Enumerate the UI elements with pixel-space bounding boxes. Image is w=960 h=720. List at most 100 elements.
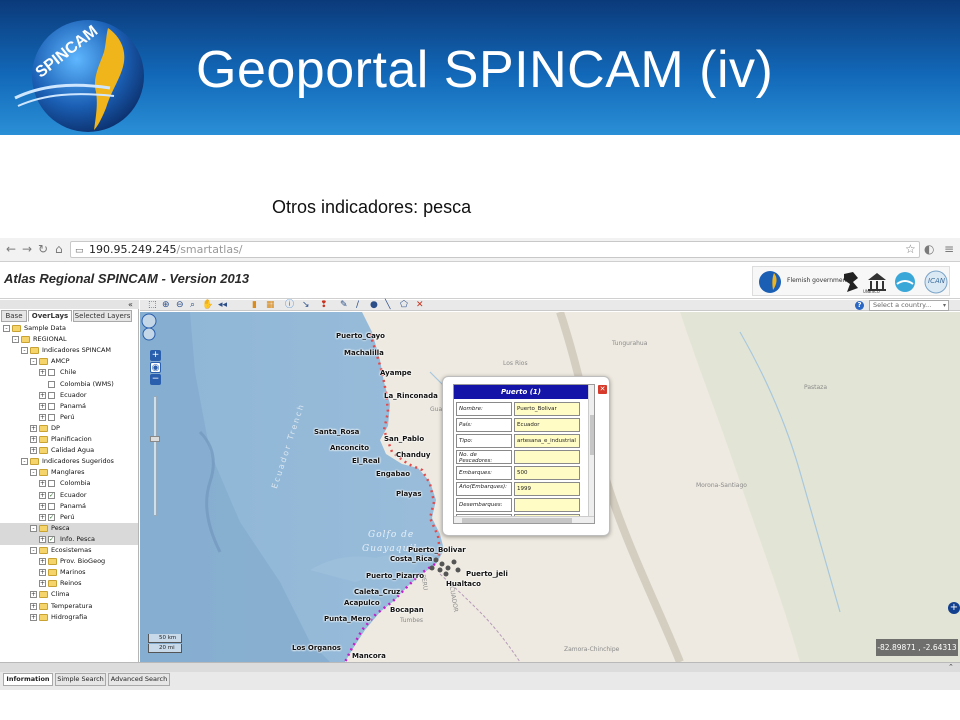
place-label[interactable]: Puerto_Pizarro	[366, 572, 424, 580]
layer-checkbox[interactable]	[48, 380, 55, 388]
tree-node[interactable]: + Panamá	[0, 501, 138, 512]
layer-checkbox[interactable]: ✓	[48, 513, 55, 521]
expand-node-icon[interactable]: +	[39, 480, 46, 488]
layer-checkbox[interactable]	[48, 480, 55, 488]
layer-checkbox[interactable]: ✓	[48, 535, 55, 543]
tree-node[interactable]: + ✓ Perú	[0, 512, 138, 523]
zoom-in-icon[interactable]: ⊕	[162, 300, 170, 311]
layer-checkbox[interactable]	[48, 502, 55, 510]
tab-advanced-search[interactable]: Advanced Search	[108, 673, 170, 686]
pan-control[interactable]	[140, 312, 158, 342]
draw-point-icon[interactable]: ●	[370, 300, 378, 311]
tab-information[interactable]: Information	[3, 673, 53, 686]
tree-node[interactable]: + Planificacion	[0, 434, 138, 445]
place-label[interactable]: Puerto_jeli	[466, 570, 508, 578]
address-bar[interactable]: ▭ 190.95.249.245/smartatlas/	[70, 241, 920, 258]
tree-node[interactable]: + Prov. BioGeog	[0, 556, 138, 567]
expand-node-icon[interactable]: +	[39, 369, 46, 377]
place-label[interactable]: Chanduy	[396, 451, 430, 459]
layer-checkbox[interactable]	[48, 369, 55, 377]
select-box-icon[interactable]: ⬚	[148, 300, 157, 311]
collapse-node-icon[interactable]: -	[12, 336, 19, 344]
tree-node[interactable]: - Pesca	[0, 522, 138, 534]
collapse-node-icon[interactable]: -	[30, 524, 37, 532]
expand-node-icon[interactable]: +	[30, 613, 37, 621]
draw-line-icon[interactable]: ∕	[356, 300, 359, 311]
place-label[interactable]: Mancora	[352, 652, 386, 660]
reload-icon[interactable]: ↻	[38, 242, 48, 256]
place-label[interactable]: Playas	[396, 490, 422, 498]
collapse-node-icon[interactable]: -	[30, 358, 37, 366]
expand-node-icon[interactable]: +	[39, 513, 46, 521]
expand-node-icon[interactable]: +	[39, 502, 46, 510]
layer-checkbox[interactable]: ✓	[48, 491, 55, 499]
draw-polygon-icon[interactable]: ⬠	[400, 300, 408, 311]
place-label[interactable]: Costa_Rica	[390, 555, 432, 563]
place-label[interactable]: La_Rinconada	[384, 392, 438, 400]
history-back-icon[interactable]: ◂◂	[218, 300, 227, 311]
place-label[interactable]: Los Organos	[292, 644, 341, 652]
info-tool-icon[interactable]: ⓘ	[285, 300, 294, 311]
tree-node[interactable]: + Panamá	[0, 401, 138, 412]
place-label[interactable]: Punta_Mero	[324, 615, 371, 623]
place-label[interactable]: Acapulco	[344, 599, 380, 607]
tree-node[interactable]: + Clima	[0, 589, 138, 600]
tree-node[interactable]: + Temperatura	[0, 601, 138, 612]
tab-selected-layers[interactable]: Selected Layers	[73, 310, 132, 322]
extension-icon[interactable]: ◐	[924, 242, 934, 256]
place-label[interactable]: El_Real	[352, 457, 380, 465]
expand-node-icon[interactable]: +	[39, 535, 46, 543]
zoom-out-button[interactable]: −	[150, 374, 161, 385]
bookmark-icon[interactable]: ▮	[252, 300, 257, 311]
place-label[interactable]: Hualtaco	[446, 580, 481, 588]
tab-base[interactable]: Base	[1, 310, 27, 322]
zoom-world-button[interactable]: ◉	[150, 362, 161, 373]
place-label[interactable]: Anconcito	[330, 444, 369, 452]
zoom-out-icon[interactable]: ⊖	[176, 300, 184, 311]
tree-node[interactable]: + ✓ Ecuador	[0, 490, 138, 501]
tab-overlays[interactable]: OverLays	[28, 310, 72, 322]
collapse-node-icon[interactable]: -	[30, 469, 37, 477]
search-icon[interactable]: ⌕	[190, 300, 195, 311]
tree-node[interactable]: + Reinos	[0, 578, 138, 589]
tree-node[interactable]: + Hidrografia	[0, 612, 138, 623]
place-label[interactable]: Machalilla	[344, 349, 384, 357]
tree-node[interactable]: + Perú	[0, 412, 138, 423]
tree-node[interactable]: - Ecosistemas	[0, 545, 138, 556]
place-label[interactable]: Santa_Rosa	[314, 428, 359, 436]
tree-node[interactable]: - Sample Data	[0, 323, 138, 334]
tree-node[interactable]: - Manglares	[0, 467, 138, 478]
expand-node-icon[interactable]: +	[30, 591, 37, 599]
expand-node-icon[interactable]: +	[39, 413, 46, 421]
tree-node[interactable]: + Colombia	[0, 478, 138, 489]
layers-icon[interactable]: ▦	[266, 300, 275, 311]
place-label[interactable]: Puerto_Bolivar	[408, 546, 466, 554]
expand-node-icon[interactable]: +	[39, 580, 46, 588]
tree-node[interactable]: + Ecuador	[0, 390, 138, 401]
expand-node-icon[interactable]: +	[39, 569, 46, 577]
collapse-bottom-icon[interactable]: ⌃	[948, 663, 958, 672]
map-view[interactable]: Ecuador Trench Golfo de Guayaquil Los Ri…	[140, 312, 960, 662]
expand-node-icon[interactable]: +	[30, 436, 37, 443]
edit-icon[interactable]: ✎	[340, 300, 348, 311]
star-icon[interactable]: ☆	[905, 242, 916, 256]
place-label[interactable]: Bocapan	[390, 606, 424, 614]
place-label[interactable]: Engabao	[376, 470, 410, 478]
tree-node[interactable]: + DP	[0, 423, 138, 434]
collapse-node-icon[interactable]: -	[21, 458, 28, 466]
back-icon[interactable]: ←	[6, 242, 16, 256]
zoom-slider[interactable]	[153, 396, 157, 516]
tree-node[interactable]: - REGIONAL	[0, 334, 138, 345]
draw-segment-icon[interactable]: ╲	[385, 300, 390, 311]
home-icon[interactable]: ⌂	[55, 242, 63, 256]
measure-icon[interactable]: ↘	[302, 300, 310, 311]
expand-node-icon[interactable]: +	[30, 602, 37, 610]
expand-node-icon[interactable]: +	[30, 447, 37, 455]
tree-node[interactable]: + Calidad Agua	[0, 445, 138, 456]
place-label[interactable]: Caleta_Cruz	[354, 588, 400, 596]
layer-checkbox[interactable]	[48, 413, 55, 421]
zoom-slider-knob[interactable]	[150, 436, 160, 442]
menu-icon[interactable]: ≡	[944, 242, 954, 256]
tree-node[interactable]: + Chile	[0, 367, 138, 378]
tree-node[interactable]: - Indicadores Sugeridos	[0, 456, 138, 467]
